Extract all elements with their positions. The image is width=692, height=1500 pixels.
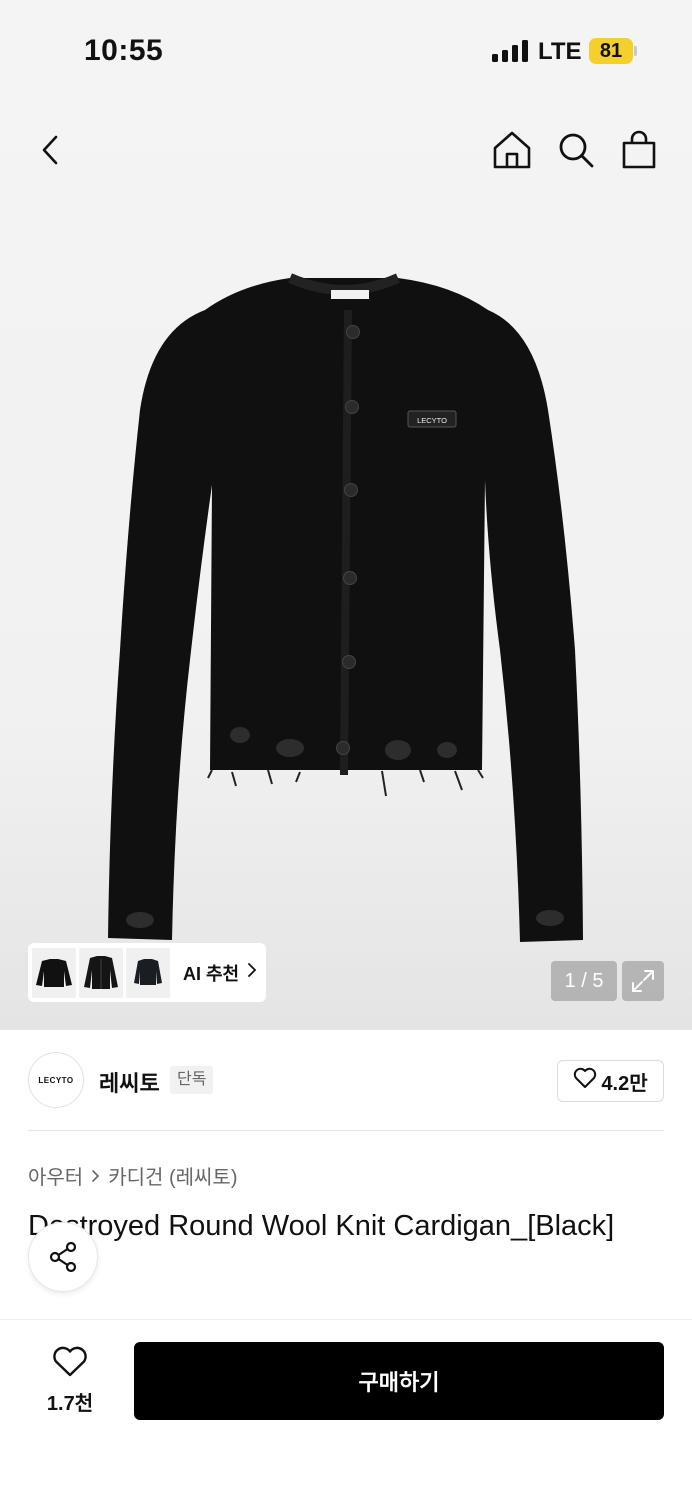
expand-icon[interactable] [622, 961, 664, 1001]
ai-recommend-strip[interactable]: AI 추천 [28, 943, 266, 1002]
search-icon[interactable] [550, 120, 602, 180]
top-navigation [0, 120, 692, 180]
breadcrumb-item[interactable]: 카디건 (레씨토) [108, 1161, 237, 1190]
svg-text:LECYTO: LECYTO [417, 416, 447, 425]
brand-name[interactable]: 레씨토 [99, 1066, 160, 1098]
chevron-right-icon [247, 962, 257, 983]
garment-tag [331, 290, 369, 299]
exclusive-badge: 단독 [170, 1066, 214, 1094]
home-icon[interactable] [486, 120, 538, 180]
product-title: Destroyed Round Wool Knit Cardigan_[Blac… [28, 1210, 615, 1242]
network-type: LTE [538, 38, 582, 65]
brand-like-count: 4.2만 [601, 1072, 648, 1095]
breadcrumb-item[interactable]: 아우터 [28, 1161, 83, 1190]
recommend-thumb[interactable] [79, 947, 123, 998]
recommend-thumb[interactable] [126, 947, 170, 998]
wishlist-button[interactable]: 1.7천 [30, 1346, 110, 1416]
wishlist-count: 1.7천 [46, 1393, 94, 1415]
recommend-thumb[interactable] [32, 947, 76, 998]
battery-icon: 81 [589, 38, 633, 64]
brand-like-button[interactable]: 4.2만 [557, 1060, 664, 1102]
battery-nub [634, 46, 637, 56]
ai-recommend-label: AI 추천 [183, 963, 240, 984]
cardigan-illustration: LECYTO [108, 273, 583, 942]
heart-icon [573, 1067, 597, 1095]
image-counter: 1 / 5 [551, 961, 617, 1001]
share-icon[interactable] [28, 1222, 98, 1292]
shopping-bag-icon[interactable] [613, 120, 665, 180]
brand-row: LECYTO 레씨토 단독 4.2만 [0, 1030, 692, 1130]
heart-icon [52, 1346, 88, 1383]
buy-button[interactable]: 구매하기 [134, 1342, 664, 1420]
signal-icon [492, 40, 528, 62]
brand-logo[interactable]: LECYTO [28, 1052, 84, 1108]
divider [28, 1130, 664, 1131]
product-gallery[interactable]: 10:55 LTE 81 LECYTO AI 추천 1 / 5 [0, 0, 692, 1030]
breadcrumb: 아우터 카디건 (레씨토) [28, 1161, 237, 1190]
chevron-right-icon [91, 1169, 100, 1183]
status-bar: 10:55 LTE 81 [0, 0, 692, 100]
bottom-action-bar: 1.7천 구매하기 [0, 1319, 692, 1500]
chevron-left-icon[interactable] [24, 120, 76, 180]
status-time: 10:55 [84, 34, 164, 67]
product-image[interactable]: LECYTO [0, 230, 692, 970]
